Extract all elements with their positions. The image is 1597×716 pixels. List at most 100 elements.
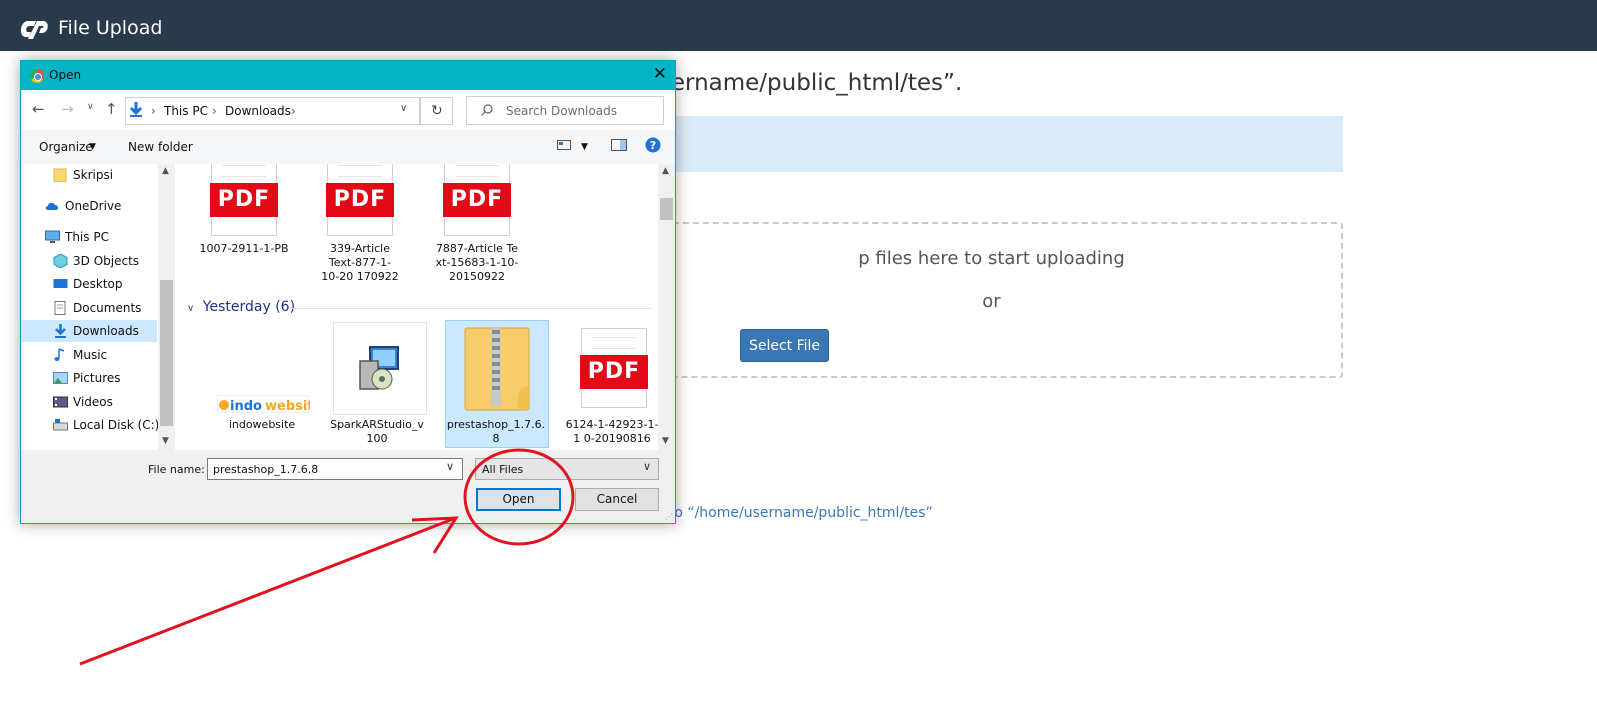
- pictures-icon: [53, 372, 68, 384]
- go-back-link[interactable]: ack to “/home/username/public_html/tes”: [640, 505, 933, 521]
- sidebar-item-label: 3D Objects: [73, 254, 140, 268]
- search-icon: [481, 104, 493, 116]
- sidebar-item-pictures[interactable]: Pictures: [21, 367, 157, 389]
- sidebar-item-label: Music: [73, 348, 108, 362]
- refresh-icon: ↻: [431, 103, 443, 119]
- search-input[interactable]: Search Downloads: [466, 96, 664, 125]
- music-icon: [54, 348, 65, 361]
- recent-locations-icon[interactable]: ∨: [87, 102, 94, 112]
- address-bar[interactable]: › This PC › Downloads › ∨: [125, 97, 420, 125]
- breadcrumb-downloads[interactable]: Downloads: [225, 104, 291, 118]
- file-name: 7887-Article Text-15683-1-10-20150922: [435, 242, 519, 283]
- back-arrow-icon[interactable]: ←: [32, 100, 45, 118]
- drop-or-text: or: [982, 291, 1001, 312]
- file-item-pdf[interactable]: PDF 6124-1-42923-1-1 0-20190816: [561, 322, 663, 450]
- file-name-input[interactable]: prestashop_1.7.6.8: [207, 458, 463, 480]
- open-button[interactable]: Open: [476, 488, 561, 511]
- sidebar-item-label: Videos: [73, 395, 113, 409]
- file-list-scrollbar[interactable]: ▲ ▼: [658, 164, 675, 450]
- file-name: SparkARStudio_v 100: [330, 418, 424, 445]
- indowebsite-logo-icon: indo website: [217, 395, 323, 414]
- help-icon[interactable]: ?: [645, 137, 661, 156]
- dialog-toolbar: Organize ▼ New folder ▼ ?: [21, 130, 675, 164]
- svg-text:website: website: [265, 399, 310, 414]
- organize-dropdown-icon[interactable]: ▼: [89, 142, 96, 152]
- sidebar-item-videos[interactable]: Videos: [21, 391, 157, 413]
- file-type-dropdown-icon[interactable]: ∨: [643, 460, 651, 473]
- new-folder-button[interactable]: New folder: [128, 140, 193, 154]
- drop-instructions: p files here to start uploading: [858, 248, 1125, 269]
- close-icon[interactable]: ✕: [653, 64, 667, 84]
- drop-zone[interactable]: p files here to start uploading or Selec…: [640, 222, 1343, 378]
- navigation-bar: ← → ∨ ↑ › This PC › Downloads › ∨ ↻ Sear…: [21, 90, 675, 130]
- sidebar-item-downloads[interactable]: Downloads: [21, 320, 157, 342]
- refresh-button[interactable]: ↻: [420, 97, 453, 125]
- cancel-button[interactable]: Cancel: [575, 488, 659, 511]
- videos-icon: [53, 396, 68, 408]
- view-options-icon[interactable]: [557, 139, 571, 154]
- sidebar-item-desktop[interactable]: Desktop: [21, 273, 157, 295]
- pdf-badge: PDF: [326, 183, 394, 217]
- cpanel-logo-icon: [20, 21, 48, 39]
- file-item-prestashop[interactable]: prestashop_1.7.6. 8: [445, 320, 549, 448]
- file-item-pdf[interactable]: PDF 7887-Article Text-15683-1-10-2015092…: [426, 164, 528, 289]
- select-file-button[interactable]: Select File: [740, 329, 829, 362]
- scroll-down-icon[interactable]: ▼: [662, 436, 669, 446]
- pdf-badge: PDF: [580, 355, 648, 389]
- sidebar-item-onedrive[interactable]: OneDrive: [21, 195, 157, 217]
- preview-pane-icon[interactable]: [611, 139, 627, 154]
- sidebar-item-local-disk[interactable]: Local Disk (C:): [21, 414, 159, 436]
- file-list: PDF 1007-2911-1-PB PDF 339-Article Text-…: [177, 164, 675, 450]
- pdf-file-icon: PDF: [580, 328, 648, 408]
- info-banner: [640, 116, 1343, 172]
- sidebar-item-label: Desktop: [73, 277, 123, 291]
- open-file-dialog: Open ✕ ← → ∨ ↑ › This PC › Downloads › ∨…: [20, 60, 676, 524]
- pdf-file-icon: PDF: [210, 164, 278, 236]
- file-name: 339-Article Text-877-1-10-20 170922: [321, 242, 399, 283]
- sidebar-item-skripsi[interactable]: Skripsi: [21, 164, 157, 186]
- dialog-footer: File name: prestashop_1.7.6.8 ∨ All File…: [21, 450, 675, 523]
- file-item-sparkar[interactable]: SparkARStudio_v 100: [326, 322, 428, 450]
- sidebar-item-label: Documents: [73, 301, 142, 315]
- scroll-down-icon[interactable]: ▼: [162, 436, 169, 446]
- sidebar-item-documents[interactable]: Documents: [21, 297, 157, 319]
- scroll-up-icon[interactable]: ▲: [662, 166, 669, 176]
- file-list-scroll-thumb[interactable]: [660, 198, 673, 220]
- file-name: 6124-1-42923-1-1 0-20190816: [565, 418, 659, 445]
- up-arrow-icon[interactable]: ↑: [105, 100, 118, 118]
- forward-arrow-icon[interactable]: →: [61, 100, 74, 118]
- sidebar-item-3d-objects[interactable]: 3D Objects: [21, 250, 157, 272]
- file-item-pdf[interactable]: PDF 1007-2911-1-PB: [193, 164, 295, 274]
- navigation-pane: Skripsi OneDrive This PC 3D Objects Desk…: [21, 164, 177, 450]
- zip-folder-icon: [464, 327, 530, 411]
- sidebar-item-music[interactable]: Music: [21, 344, 157, 366]
- dialog-title: Open: [49, 68, 82, 82]
- file-item-pdf[interactable]: PDF 339-Article Text-877-1-10-20 170922: [309, 164, 411, 289]
- file-item-indowebsite[interactable]: indo website indowebsite: [211, 322, 323, 432]
- sidebar-item-label: Skripsi: [73, 168, 114, 182]
- scroll-up-icon[interactable]: ▲: [162, 166, 169, 176]
- dialog-titlebar[interactable]: Open ✕: [21, 61, 675, 90]
- file-type-select[interactable]: All Files: [475, 458, 659, 480]
- file-name-dropdown-icon[interactable]: ∨: [446, 460, 454, 473]
- sidebar-scrollbar[interactable]: ▲ ▼: [158, 164, 175, 450]
- desktop-icon: [53, 279, 68, 288]
- group-divider: [292, 308, 652, 309]
- installer-thumbnail: [333, 322, 427, 415]
- annotation-arrow-shaft: [79, 517, 454, 666]
- file-name: prestashop_1.7.6. 8: [446, 418, 546, 445]
- view-dropdown-icon[interactable]: ▼: [581, 142, 588, 152]
- sidebar-scroll-thumb[interactable]: [160, 280, 173, 426]
- sidebar-item-label: Downloads: [73, 324, 139, 338]
- breadcrumb-separator-icon: ›: [212, 104, 217, 118]
- group-header-yesterday[interactable]: ∨ Yesterday (6): [187, 299, 295, 315]
- breadcrumb-this-pc[interactable]: This PC: [164, 104, 208, 118]
- cloud-icon: [45, 202, 59, 210]
- address-dropdown-icon[interactable]: ∨: [400, 103, 407, 114]
- organize-button[interactable]: Organize: [39, 140, 93, 154]
- documents-icon: [54, 301, 66, 315]
- file-name-label: File name:: [148, 463, 205, 476]
- resize-grip-icon[interactable]: ⋰: [665, 512, 673, 521]
- pdf-file-icon: PDF: [326, 164, 394, 236]
- sidebar-item-this-pc[interactable]: This PC: [21, 226, 157, 248]
